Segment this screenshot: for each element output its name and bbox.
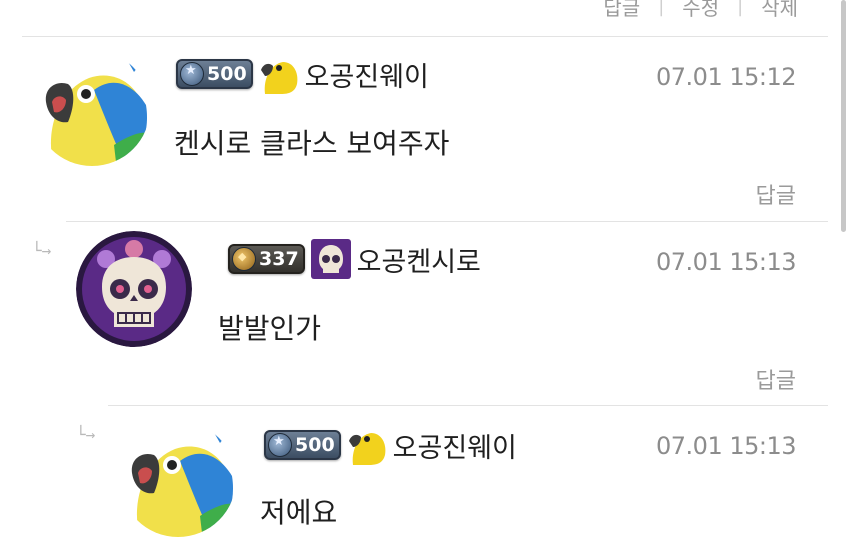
level-number: 500 <box>207 63 247 85</box>
reply-button[interactable]: 답글 <box>756 178 796 210</box>
comment-item: └→ 500 오공진웨이 07.01 15:13 저에요 <box>0 405 850 543</box>
parrot-icon <box>34 50 150 166</box>
level-number: 500 <box>295 434 335 456</box>
comment-content: 저에요 <box>260 496 338 529</box>
edit-button[interactable]: 수정 <box>682 0 719 21</box>
rank-emblem-icon <box>180 62 204 86</box>
rank-emblem-icon <box>232 247 256 271</box>
comment-meta: 500 오공진웨이 <box>176 54 429 94</box>
separator: | <box>737 0 744 17</box>
rank-emblem-icon <box>268 433 292 457</box>
nickname[interactable]: 오공진웨이 <box>393 426 517 465</box>
comment-actions: 답글 | 수정 | 삭제 <box>603 0 798 21</box>
skull-icon <box>76 231 192 347</box>
level-number: 337 <box>259 248 299 270</box>
reply-button[interactable]: 답글 <box>756 363 796 395</box>
parrot-icon <box>120 421 236 537</box>
avatar[interactable] <box>76 231 192 347</box>
nickname[interactable]: 오공진웨이 <box>305 55 429 94</box>
level-badge: 500 <box>176 59 253 89</box>
reply-arrow-icon: └→ <box>32 241 52 260</box>
comment-meta: 337 오공켄시로 <box>228 239 481 279</box>
comment-item: 500 오공진웨이 07.01 15:12 켄시로 클라스 보여주자 답글 <box>0 36 850 221</box>
nickname[interactable]: 오공켄시로 <box>357 240 481 279</box>
comment-meta: 500 오공진웨이 <box>264 425 517 465</box>
timestamp: 07.01 15:12 <box>656 63 797 91</box>
reply-button[interactable]: 답글 <box>603 0 640 21</box>
delete-button[interactable]: 삭제 <box>761 0 798 21</box>
comment-content: 켄시로 클라스 보여주자 <box>174 127 450 160</box>
comment-item: └→ 337 <box>0 221 850 406</box>
reply-arrow-icon: └→ <box>76 425 96 444</box>
skull-icon <box>310 239 351 279</box>
level-badge: 337 <box>228 244 305 274</box>
separator: | <box>658 0 665 17</box>
parrot-icon <box>347 425 387 465</box>
timestamp: 07.01 15:13 <box>656 432 797 460</box>
comment-content: 발발인가 <box>218 312 322 345</box>
avatar[interactable] <box>120 421 236 537</box>
scrollbar[interactable] <box>841 0 846 232</box>
avatar[interactable] <box>34 50 150 166</box>
parrot-icon <box>259 54 299 94</box>
timestamp: 07.01 15:13 <box>656 248 797 276</box>
level-badge: 500 <box>264 430 341 460</box>
